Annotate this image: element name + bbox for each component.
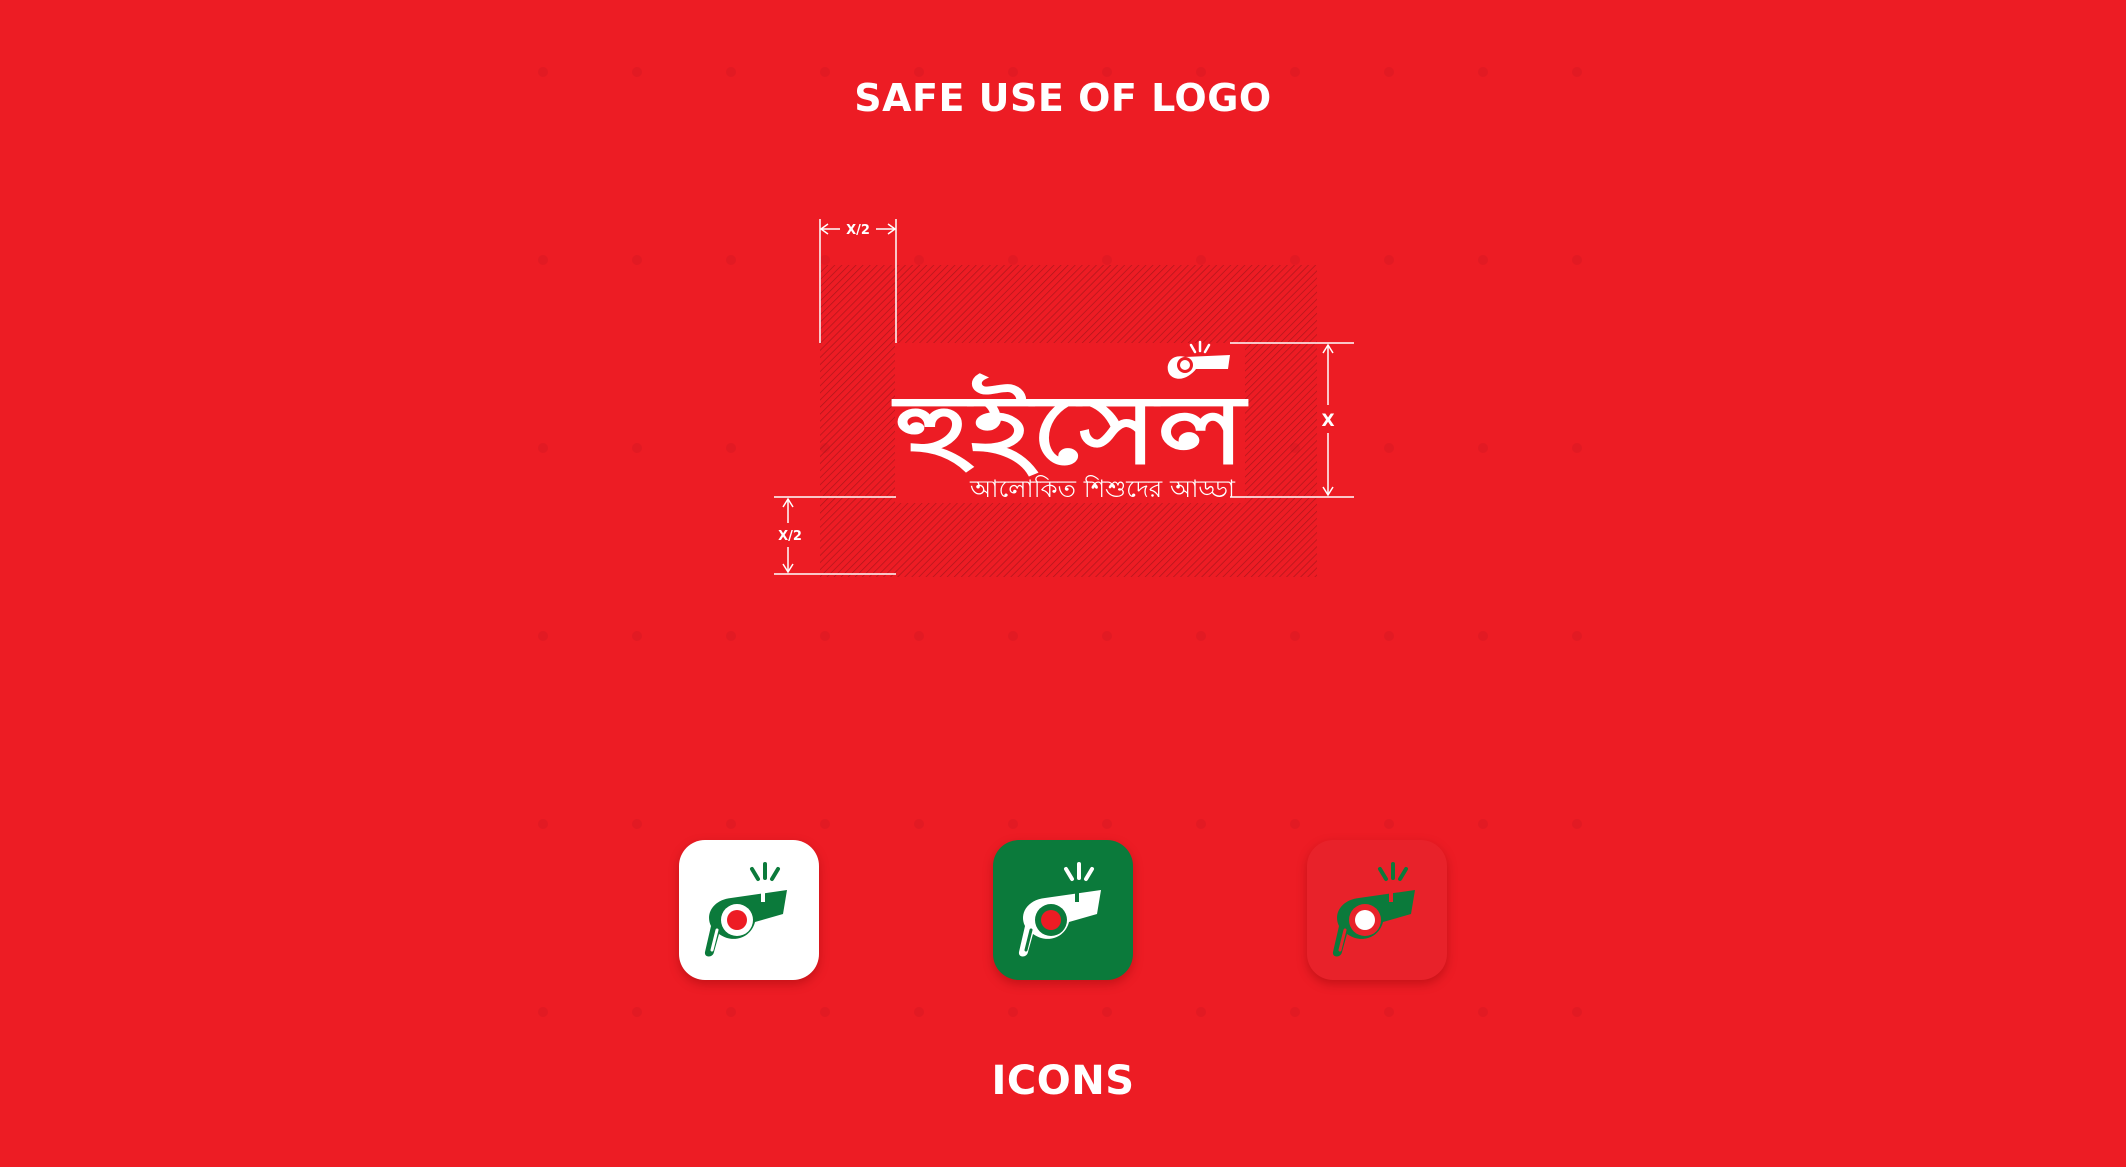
background-dot <box>1478 631 1488 641</box>
background-dot <box>538 255 548 265</box>
background-dot <box>1478 819 1488 829</box>
background-dot <box>632 631 642 641</box>
background-dot <box>538 819 548 829</box>
background-dot <box>1478 255 1488 265</box>
dimension-label-left: X/2 <box>778 529 802 544</box>
background-dot <box>914 631 924 641</box>
background-dot <box>726 1007 736 1017</box>
background-dot <box>726 443 736 453</box>
background-dot <box>1102 1007 1112 1017</box>
background-dot <box>820 1007 830 1017</box>
background-dot <box>1196 1007 1206 1017</box>
icons-section-title: ICONS <box>991 1058 1135 1104</box>
background-dot <box>1384 255 1394 265</box>
background-dot <box>1102 819 1112 829</box>
logo-tagline: আলোকিত শিশুদের আড্ডা <box>969 475 1236 503</box>
background-dot <box>632 443 642 453</box>
app-icon-green <box>993 840 1133 980</box>
background-dot <box>1384 443 1394 453</box>
app-icon-white <box>679 840 819 980</box>
background-dot <box>632 819 642 829</box>
whistle-icon <box>1332 862 1415 957</box>
background-dot <box>538 1007 548 1017</box>
background-dot <box>1102 631 1112 641</box>
background-dot <box>1478 1007 1488 1017</box>
background-dot <box>632 1007 642 1017</box>
background-dot <box>1008 819 1018 829</box>
background-dot <box>1572 443 1582 453</box>
whistle-icon <box>704 862 787 957</box>
background-dot <box>1478 443 1488 453</box>
background-dot <box>1384 1007 1394 1017</box>
app-icon-red <box>1307 840 1447 980</box>
background-dot <box>1008 1007 1018 1017</box>
background-dot <box>632 255 642 265</box>
logo-wordmark: হুইসেল <box>891 373 1249 486</box>
background-dot <box>538 443 548 453</box>
background-dot <box>1196 631 1206 641</box>
background-dot <box>1572 1007 1582 1017</box>
background-dot <box>1290 1007 1300 1017</box>
background-dot <box>1572 631 1582 641</box>
logo-safe-zone-diagram: X/2 X X/2 হুইসেল আলোকিত শিশুদের আড্ডা <box>760 205 1360 585</box>
background-dot <box>538 631 548 641</box>
background-dot <box>1290 631 1300 641</box>
background-dot <box>1572 255 1582 265</box>
background-dot <box>726 255 736 265</box>
background-dot <box>1384 819 1394 829</box>
page-title: SAFE USE OF LOGO <box>854 76 1272 120</box>
background-dot <box>1384 631 1394 641</box>
dimension-label-top: X/2 <box>846 223 870 238</box>
background-dot <box>1008 631 1018 641</box>
background-dot <box>726 631 736 641</box>
background-dot <box>726 819 736 829</box>
background-dot <box>914 1007 924 1017</box>
background-dot <box>1290 819 1300 829</box>
background-dot <box>1196 819 1206 829</box>
logo-diagram-svg: X/2 X X/2 হুইসেল আলোকিত শিশুদের আড্ডা <box>774 219 1354 577</box>
background-dot <box>820 819 830 829</box>
background-dot <box>1572 819 1582 829</box>
background-dot <box>820 631 830 641</box>
background-dot <box>914 819 924 829</box>
dimension-label-right: X <box>1321 411 1334 431</box>
whistle-icon <box>1018 862 1101 957</box>
